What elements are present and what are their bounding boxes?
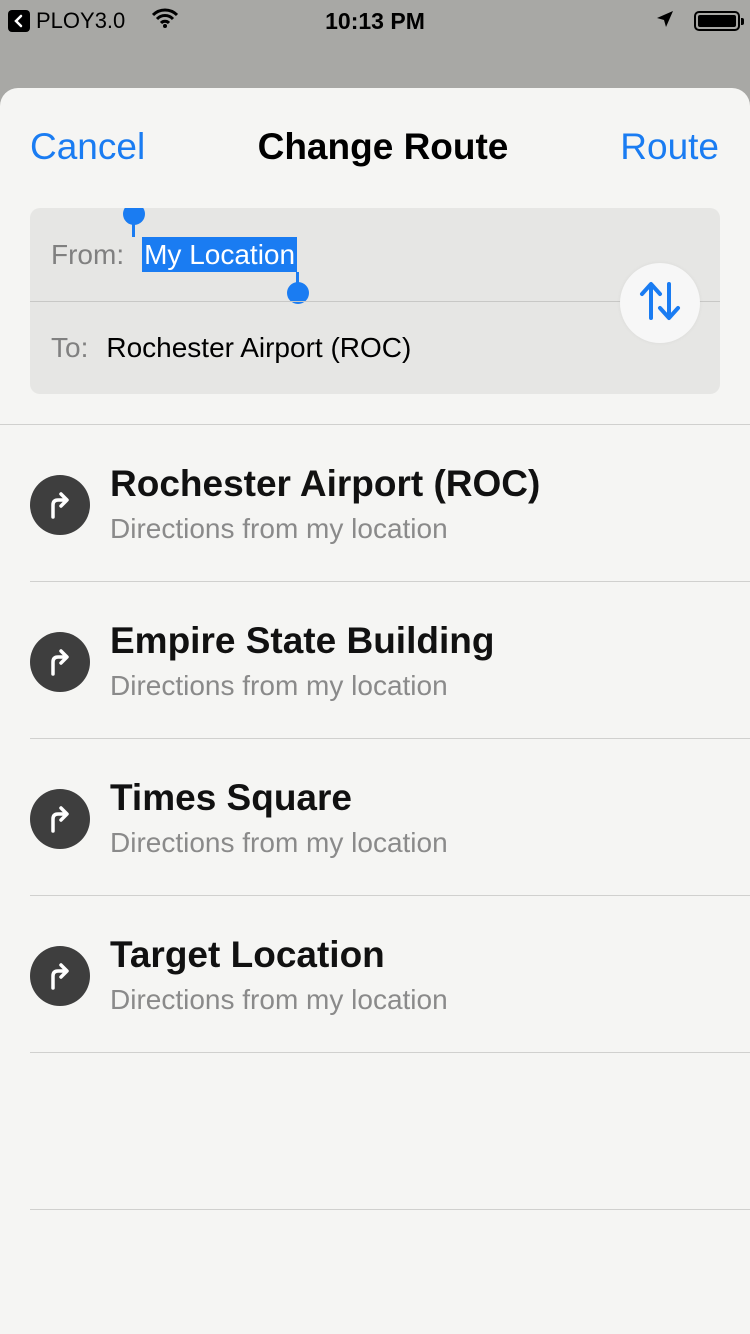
- battery-icon: [694, 11, 744, 31]
- from-input[interactable]: My Location: [123, 208, 310, 304]
- item-subtitle: Directions from my location: [110, 670, 448, 701]
- selection-start-handle[interactable]: [123, 208, 146, 237]
- turn-right-icon: [30, 946, 90, 1006]
- empty-row: [0, 1053, 750, 1210]
- route-fields: From: My Location To: Rochester Airport …: [30, 208, 720, 394]
- list-item[interactable]: Empire State Building Directions from my…: [0, 582, 750, 739]
- location-arrow-icon: [656, 8, 674, 34]
- selection-end-handle[interactable]: [287, 271, 310, 304]
- swap-button[interactable]: [620, 263, 700, 343]
- from-label: From:: [51, 238, 125, 270]
- item-title: Times Square: [110, 777, 352, 818]
- item-title: Target Location: [110, 934, 385, 975]
- item-title: Rochester Airport (ROC): [110, 463, 541, 504]
- list-item[interactable]: Rochester Airport (ROC) Directions from …: [0, 425, 750, 582]
- to-value[interactable]: Rochester Airport (ROC): [106, 332, 411, 364]
- turn-right-icon: [30, 632, 90, 692]
- from-value: My Location: [144, 238, 296, 270]
- to-label: To:: [51, 331, 89, 363]
- from-field[interactable]: From: My Location: [30, 208, 720, 304]
- row-divider: [30, 1209, 750, 1210]
- item-subtitle: Directions from my location: [110, 827, 448, 858]
- list-item[interactable]: Target Location Directions from my locat…: [0, 896, 750, 1053]
- route-button[interactable]: Route: [620, 126, 719, 168]
- item-subtitle: Directions from my location: [110, 984, 448, 1015]
- to-field[interactable]: To: Rochester Airport (ROC): [30, 301, 720, 394]
- change-route-sheet: Cancel Change Route Route From: My Locat…: [0, 88, 750, 1334]
- swap-arrows-icon: [638, 280, 682, 327]
- item-title: Empire State Building: [110, 620, 495, 661]
- clock: 10:13 PM: [325, 8, 425, 34]
- status-bar: PLOY3.0 10:13 PM: [0, 0, 750, 40]
- turn-right-icon: [30, 789, 90, 849]
- turn-right-icon: [30, 475, 90, 535]
- list-item[interactable]: Times Square Directions from my location: [0, 739, 750, 896]
- suggestions-list: Rochester Airport (ROC) Directions from …: [0, 425, 750, 1210]
- nav-bar: Cancel Change Route Route: [0, 88, 750, 208]
- item-subtitle: Directions from my location: [110, 513, 448, 544]
- selected-text: My Location: [123, 208, 310, 304]
